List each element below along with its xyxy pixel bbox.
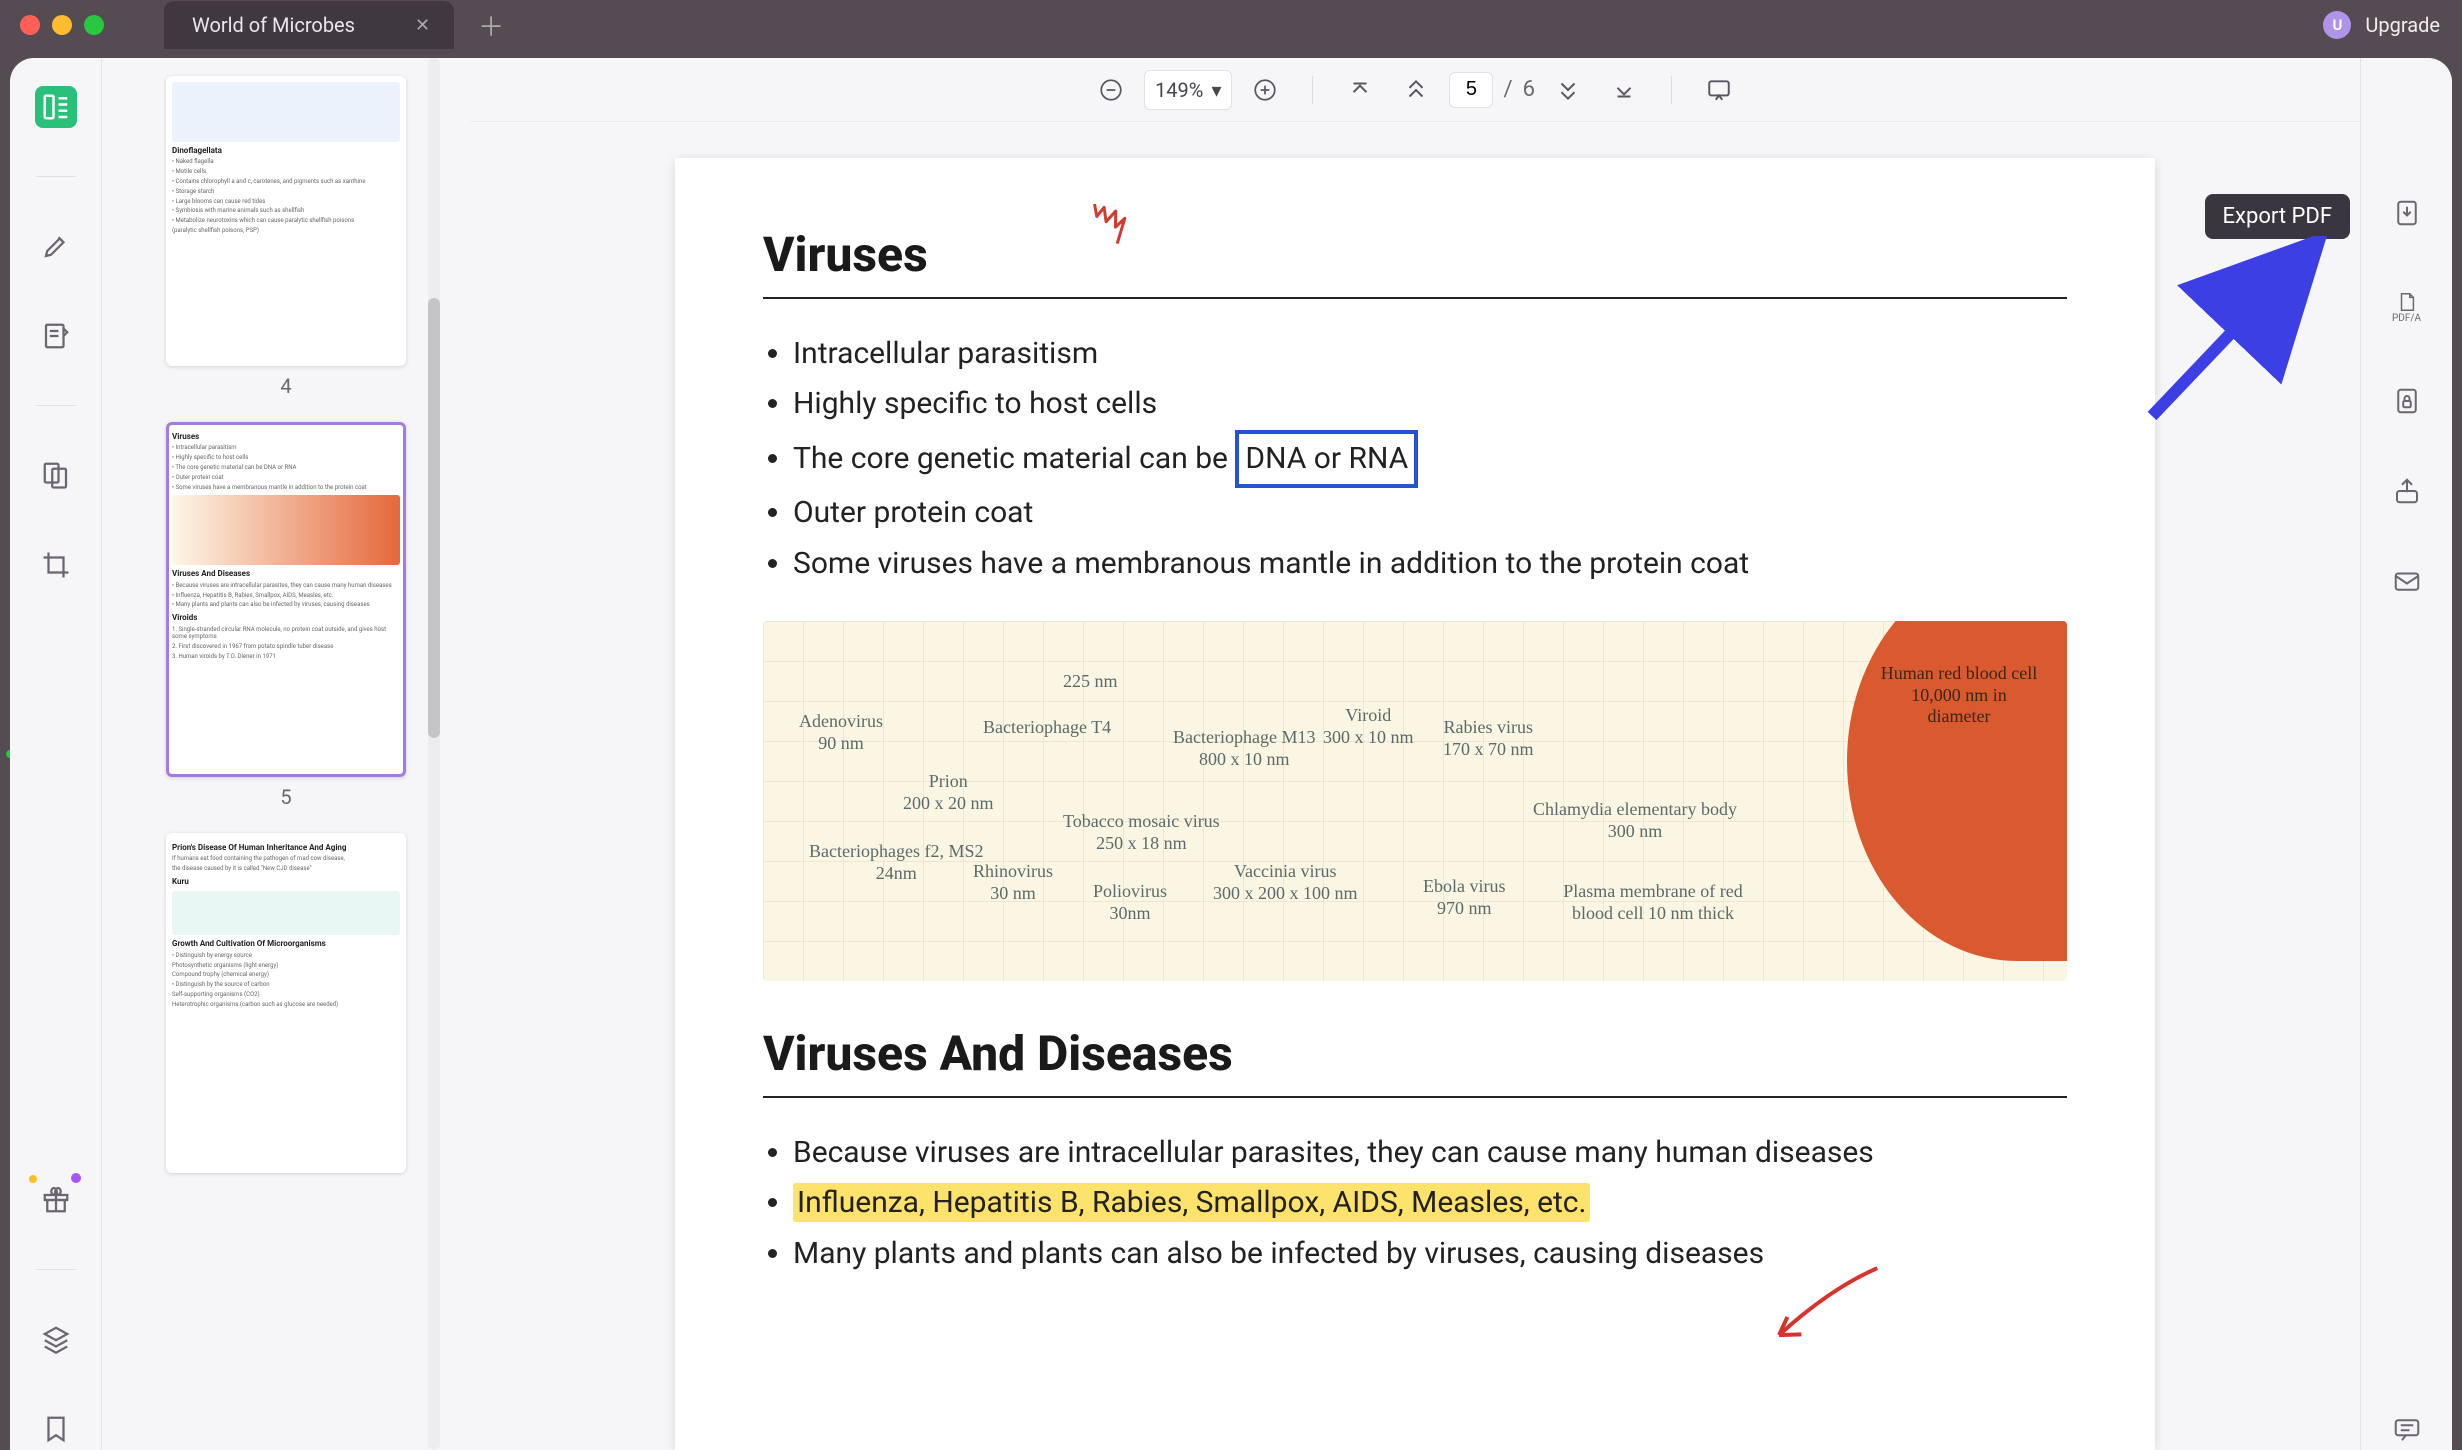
thumbnails-panel-button[interactable] <box>35 86 77 128</box>
export-pdf-tooltip: Export PDF <box>2205 194 2350 239</box>
export-pdf-button[interactable] <box>2386 192 2428 234</box>
page-number-label: 4 <box>166 374 406 398</box>
next-page-button[interactable] <box>1545 67 1591 113</box>
thumb-heading: Kuru <box>172 877 400 887</box>
lock-document-button[interactable] <box>2386 380 2428 422</box>
layers-button[interactable] <box>35 1318 77 1360</box>
new-tab-button[interactable]: ＋ <box>478 7 504 44</box>
presentation-button[interactable] <box>1696 67 1742 113</box>
zoom-out-button[interactable] <box>1088 67 1134 113</box>
left-toolbar <box>10 58 102 1450</box>
bullet-item: The core genetic material can be DNA or … <box>793 430 2067 488</box>
account-avatar[interactable]: U <box>2323 11 2351 39</box>
zoom-value: 149% <box>1155 78 1203 102</box>
divider <box>36 405 76 406</box>
thumbnail-scrollbar-track[interactable] <box>428 58 440 1450</box>
callout-arrow <box>2132 236 2332 426</box>
thumb-heading: Viruses And Diseases <box>172 569 400 579</box>
thumb-heading: Prion's Disease Of Human Inheritance And… <box>172 843 400 853</box>
viewer-toolbar: 149% ▾ / 6 <box>470 58 2360 122</box>
window-controls <box>20 15 104 35</box>
zoom-in-button[interactable] <box>1242 67 1288 113</box>
email-button[interactable] <box>2386 560 2428 602</box>
copy-pages-tool[interactable] <box>35 454 77 496</box>
last-page-button[interactable] <box>1601 67 1647 113</box>
right-toolbar: PDF/A <box>2360 58 2452 1450</box>
divider <box>36 176 76 177</box>
thumbnail-panel: Dinoflagellata • Naked flagella • Motile… <box>102 58 470 1450</box>
zoom-level-select[interactable]: 149% ▾ <box>1144 70 1232 110</box>
prev-page-button[interactable] <box>1393 67 1439 113</box>
thumb-heading: Growth And Cultivation Of Microorganisms <box>172 939 400 949</box>
document-page: Viruses Intracellular parasitism Highly … <box>675 158 2155 1450</box>
thumb-heading: Viroids <box>172 613 400 623</box>
thumbnail-scrollbar-thumb[interactable] <box>428 298 440 738</box>
page-number-label: 5 <box>166 785 406 809</box>
separator <box>1312 76 1313 104</box>
gift-button[interactable] <box>35 1179 77 1221</box>
page-separator: / <box>1503 77 1512 102</box>
box-annotation: DNA or RNA <box>1235 430 1418 488</box>
bullet-item: Highly specific to host cells <box>793 379 2067 429</box>
main-area: 149% ▾ / 6 <box>470 58 2360 1450</box>
page-indicator: / 6 <box>1449 72 1534 108</box>
bookmark-button[interactable] <box>35 1408 77 1450</box>
bullet-item: Some viruses have a membranous mantle in… <box>793 539 2067 589</box>
bullet-item: Outer protein coat <box>793 488 2067 538</box>
app-canvas: Dinoflagellata • Naked flagella • Motile… <box>10 58 2452 1450</box>
workspace: Dinoflagellata • Naked flagella • Motile… <box>0 50 2462 1450</box>
bullet-item: Intracellular parasitism <box>793 329 2067 379</box>
crop-tool[interactable] <box>35 544 77 586</box>
bullet-list-1: Intracellular parasitism Highly specific… <box>763 329 2067 589</box>
page-thumbnail-6[interactable]: Prion's Disease Of Human Inheritance And… <box>166 833 406 1173</box>
minimize-window[interactable] <box>52 15 72 35</box>
page-thumbnail-4[interactable]: Dinoflagellata • Naked flagella • Motile… <box>166 76 406 366</box>
thumb-heading: Viruses <box>172 432 400 442</box>
highlight-annotation: Influenza, Hepatitis B, Rabies, Smallpox… <box>793 1183 1590 1222</box>
chevron-down-icon: ▾ <box>1211 78 1221 102</box>
tab-title: World of Microbes <box>192 13 355 37</box>
virus-diagram: Adenovirus90 nm Bacteriophage T4 225 nm … <box>763 621 2067 981</box>
separator <box>1671 76 1672 104</box>
page-total: 6 <box>1523 77 1535 102</box>
close-window[interactable] <box>20 15 40 35</box>
document-viewport[interactable]: Viruses Intracellular parasitism Highly … <box>470 122 2360 1450</box>
page-number-input[interactable] <box>1449 72 1493 108</box>
document-tab[interactable]: World of Microbes ✕ <box>164 1 454 49</box>
heading-diseases: Viruses And Diseases <box>763 1025 2067 1098</box>
thumb-heading: Dinoflagellata <box>172 146 400 156</box>
pdfa-label: PDF/A <box>2392 313 2421 324</box>
bullet-item: Because viruses are intracellular parasi… <box>793 1128 2067 1178</box>
first-page-button[interactable] <box>1337 67 1383 113</box>
divider <box>36 1269 76 1270</box>
spark-annotation <box>1081 199 1132 261</box>
upgrade-button[interactable]: Upgrade <box>2365 13 2440 37</box>
share-button[interactable] <box>2386 470 2428 512</box>
bullet-list-2: Because viruses are intracellular parasi… <box>763 1128 2067 1279</box>
page-thumbnail-5[interactable]: Viruses • Intracellular parasitism • Hig… <box>166 422 406 777</box>
bullet-item: Influenza, Hepatitis B, Rabies, Smallpox… <box>793 1178 2067 1228</box>
export-pdfa-button[interactable]: PDF/A <box>2386 282 2428 332</box>
maximize-window[interactable] <box>84 15 104 35</box>
titlebar: World of Microbes ✕ ＋ U Upgrade <box>0 0 2462 50</box>
comments-button[interactable] <box>2386 1408 2428 1450</box>
annotate-tool[interactable] <box>35 315 77 357</box>
highlighter-tool[interactable] <box>35 225 77 267</box>
tab-close-icon[interactable]: ✕ <box>415 15 430 36</box>
heading-viruses: Viruses <box>763 226 2067 299</box>
